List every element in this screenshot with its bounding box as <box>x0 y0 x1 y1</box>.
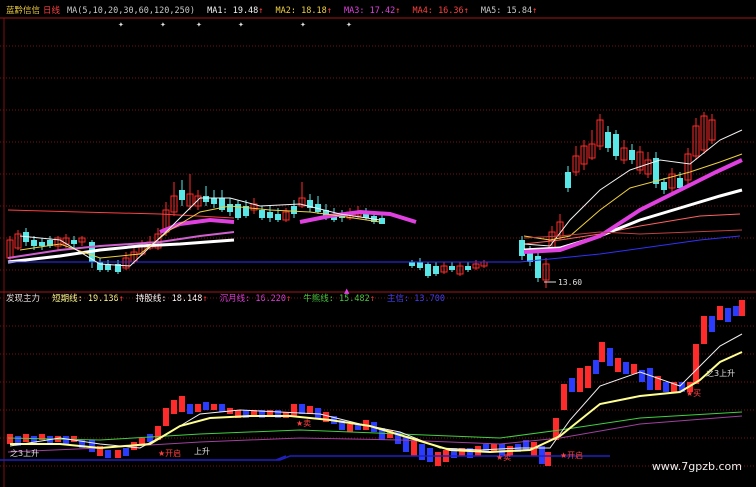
volume-bar-up <box>545 452 551 466</box>
volume-bar-down <box>105 450 111 458</box>
header-marker: ✦ <box>118 21 124 29</box>
candle-body-down <box>605 132 611 148</box>
header-marker: ✦ <box>300 21 306 29</box>
header-marker: ✦ <box>346 21 352 29</box>
volume-bar-up <box>631 364 637 374</box>
volume-bar-up <box>307 406 313 414</box>
volume-bar-up <box>739 300 745 316</box>
header-marker: ✦ <box>196 21 202 29</box>
candle-body-down <box>565 172 571 188</box>
volume-bar-down <box>203 402 209 410</box>
volume-bar-down <box>607 348 613 366</box>
volume-bar-up <box>115 450 121 458</box>
candle-body-down <box>425 264 431 276</box>
volume-bar-down <box>123 448 129 456</box>
volume-bar-down <box>569 378 575 392</box>
candle-body-down <box>433 266 439 274</box>
candle-body-down <box>613 134 619 156</box>
volume-bar-down <box>219 404 225 412</box>
volume-bar-up <box>577 368 583 392</box>
stock-chart-window: 蓝黔信信 日线 MA(5,10,20,30,60,120,250) MA1: 19.… <box>0 0 756 487</box>
candle-body-down <box>275 214 281 220</box>
signal-annotation: 上升 <box>194 447 210 456</box>
volume-bar-up <box>179 396 185 412</box>
volume-bar-up <box>585 366 591 388</box>
candle-body-down <box>211 198 217 204</box>
signal-annotation: ★卖 <box>296 419 311 428</box>
volume-bar-down <box>419 444 425 460</box>
candle-body-down <box>677 178 683 188</box>
volume-bar-down <box>315 408 321 418</box>
candle-body-down <box>661 182 667 190</box>
volume-bar-up <box>615 358 621 372</box>
candle-body-down <box>535 256 541 278</box>
candle-body-down <box>227 204 233 212</box>
candle-body-down <box>267 212 273 218</box>
volume-bar-up <box>171 400 177 414</box>
candle-body-down <box>291 206 297 214</box>
volume-bar-down <box>63 436 69 444</box>
candlestick-chart[interactable]: ✦ ✦ ✦ ✦ ✦ ✦13.60▲之3上升 ★开启★卖上升★卖 ★开启之3上升★买 <box>0 0 756 487</box>
ma-long-white-right <box>523 188 743 252</box>
volume-bar-up <box>701 316 707 344</box>
candle-body-down <box>409 262 415 266</box>
signal-annotation: ★开启 <box>158 448 181 458</box>
candle-body-down <box>39 242 45 246</box>
candle-body-down <box>31 240 37 246</box>
watermark: www.7gpzb.com <box>651 460 742 473</box>
candle-body-down <box>449 266 455 270</box>
signal-step-line <box>0 455 610 461</box>
signal-annotation: 之3上升 <box>10 448 39 458</box>
candle-body-down <box>629 150 635 160</box>
signal-annotation: ★卖 <box>496 453 511 462</box>
volume-bar-up <box>599 342 605 362</box>
volume-bar-up <box>7 434 13 444</box>
volume-bar-down <box>147 434 153 442</box>
volume-bar-down <box>187 404 193 414</box>
candle-body-down <box>179 190 185 200</box>
ma3-line-left <box>159 217 235 234</box>
signal-annotation: 之3上升 <box>706 368 735 378</box>
volume-bar-down <box>539 446 545 464</box>
volume-bar-up <box>435 452 441 466</box>
volume-bar-down <box>593 360 599 374</box>
candle-body-down <box>465 266 471 270</box>
candle-body-down <box>203 196 209 202</box>
volume-bar-up <box>163 408 169 426</box>
volume-bar-down <box>647 368 653 390</box>
low-price-label: 13.60 <box>558 278 582 287</box>
volume-bar-up <box>211 404 217 410</box>
current-marker: ▲ <box>344 287 350 295</box>
volume-bar-up <box>693 344 699 384</box>
volume-bar-down <box>663 382 669 392</box>
volume-bar-down <box>733 306 739 316</box>
volume-bar-down <box>427 448 433 462</box>
volume-bar-down <box>709 316 715 332</box>
ma4-line-left <box>7 209 235 219</box>
volume-bar-up <box>411 440 417 456</box>
candle-body-down <box>417 262 423 268</box>
header-marker: ✦ <box>160 21 166 29</box>
volume-bar-down <box>725 308 731 322</box>
volume-bar-up <box>195 404 201 412</box>
candle-body-down <box>71 240 77 244</box>
signal-annotation: ★开启 <box>560 450 583 460</box>
volume-bar-up <box>347 424 353 432</box>
volume-bar-up <box>717 306 723 320</box>
volume-bar-down <box>623 362 629 374</box>
header-marker: ✦ <box>238 21 244 29</box>
signal-annotation: ★买 <box>686 389 701 398</box>
volume-bar-up <box>561 384 567 410</box>
candle-body-down <box>259 210 265 218</box>
candle-body-down <box>379 218 385 224</box>
ma2-line-left <box>19 205 381 259</box>
volume-bar-up <box>291 404 297 416</box>
